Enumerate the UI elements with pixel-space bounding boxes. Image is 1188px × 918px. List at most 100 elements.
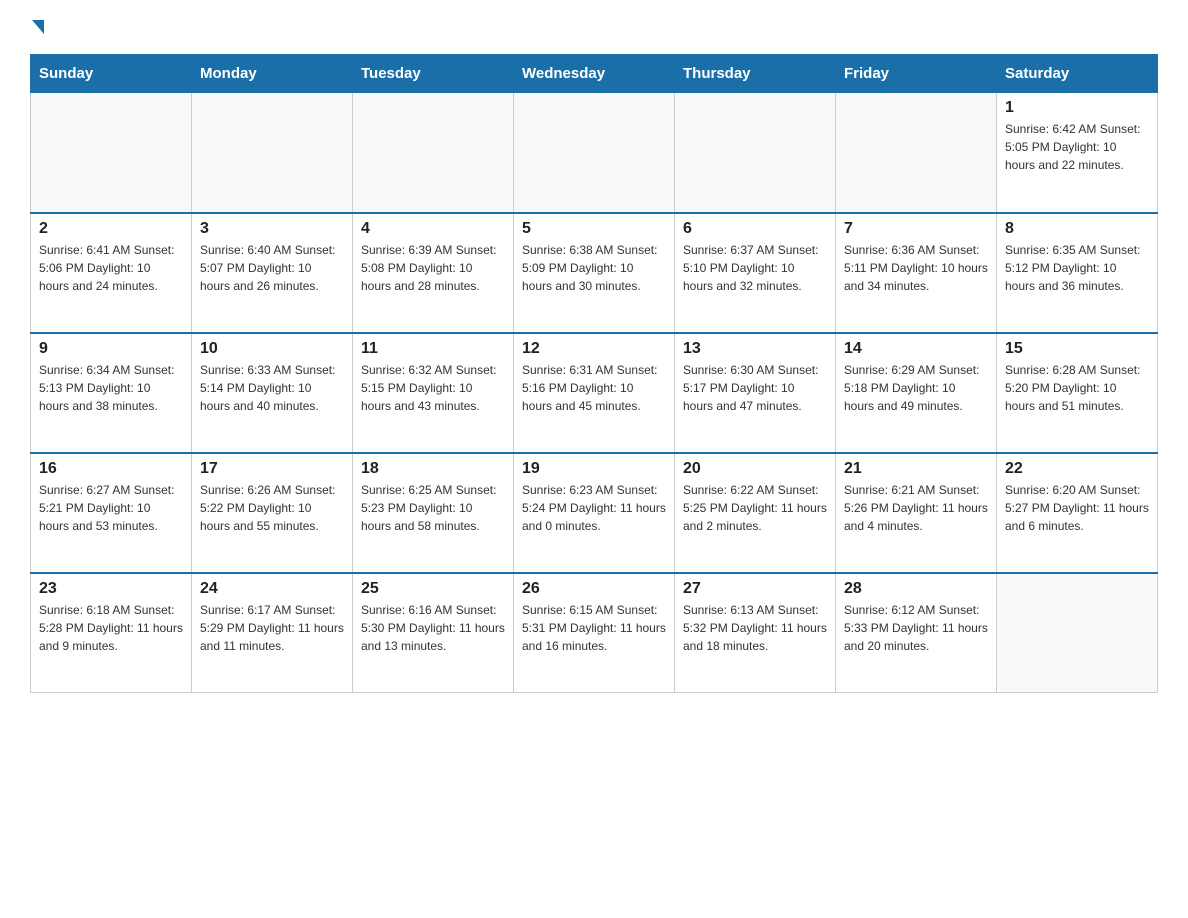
col-header-sunday: Sunday (31, 55, 192, 93)
calendar-cell: 8 Sunrise: 6:35 AM Sunset: 5:12 PM Daylig… (997, 213, 1158, 333)
day-info: Sunrise: 6:30 AM Sunset: 5:17 PM Dayligh… (683, 361, 827, 415)
day-info: Sunrise: 6:27 AM Sunset: 5:21 PM Dayligh… (39, 481, 183, 535)
col-header-wednesday: Wednesday (514, 55, 675, 93)
day-number: 11 (361, 340, 505, 358)
calendar-cell: 20 Sunrise: 6:22 AM Sunset: 5:25 PM Dayli… (675, 453, 836, 573)
col-header-friday: Friday (836, 55, 997, 93)
calendar-cell: 22 Sunrise: 6:20 AM Sunset: 5:27 PM Dayli… (997, 453, 1158, 573)
day-number: 15 (1005, 340, 1149, 358)
day-info: Sunrise: 6:15 AM Sunset: 5:31 PM Dayligh… (522, 601, 666, 655)
day-info: Sunrise: 6:16 AM Sunset: 5:30 PM Dayligh… (361, 601, 505, 655)
day-number: 8 (1005, 220, 1149, 238)
calendar-cell: 28 Sunrise: 6:12 AM Sunset: 5:33 PM Dayli… (836, 573, 997, 693)
day-number: 13 (683, 340, 827, 358)
day-number: 1 (1005, 99, 1149, 117)
day-number: 22 (1005, 460, 1149, 478)
day-number: 18 (361, 460, 505, 478)
day-info: Sunrise: 6:23 AM Sunset: 5:24 PM Dayligh… (522, 481, 666, 535)
calendar-cell: 6 Sunrise: 6:37 AM Sunset: 5:10 PM Daylig… (675, 213, 836, 333)
calendar-week-row: 2 Sunrise: 6:41 AM Sunset: 5:06 PM Daylig… (31, 213, 1158, 333)
day-info: Sunrise: 6:37 AM Sunset: 5:10 PM Dayligh… (683, 241, 827, 295)
logo (30, 20, 46, 34)
col-header-tuesday: Tuesday (353, 55, 514, 93)
day-info: Sunrise: 6:22 AM Sunset: 5:25 PM Dayligh… (683, 481, 827, 535)
calendar-cell: 19 Sunrise: 6:23 AM Sunset: 5:24 PM Dayli… (514, 453, 675, 573)
calendar-cell (31, 93, 192, 213)
col-header-saturday: Saturday (997, 55, 1158, 93)
day-number: 28 (844, 580, 988, 598)
day-info: Sunrise: 6:34 AM Sunset: 5:13 PM Dayligh… (39, 361, 183, 415)
day-info: Sunrise: 6:35 AM Sunset: 5:12 PM Dayligh… (1005, 241, 1149, 295)
calendar-cell: 4 Sunrise: 6:39 AM Sunset: 5:08 PM Daylig… (353, 213, 514, 333)
day-info: Sunrise: 6:32 AM Sunset: 5:15 PM Dayligh… (361, 361, 505, 415)
calendar-cell (675, 93, 836, 213)
day-info: Sunrise: 6:42 AM Sunset: 5:05 PM Dayligh… (1005, 120, 1149, 174)
day-info: Sunrise: 6:31 AM Sunset: 5:16 PM Dayligh… (522, 361, 666, 415)
day-info: Sunrise: 6:33 AM Sunset: 5:14 PM Dayligh… (200, 361, 344, 415)
day-number: 24 (200, 580, 344, 598)
calendar-cell: 24 Sunrise: 6:17 AM Sunset: 5:29 PM Dayli… (192, 573, 353, 693)
page-header (30, 20, 1158, 34)
day-number: 14 (844, 340, 988, 358)
calendar-cell: 14 Sunrise: 6:29 AM Sunset: 5:18 PM Dayli… (836, 333, 997, 453)
day-number: 26 (522, 580, 666, 598)
calendar-cell: 12 Sunrise: 6:31 AM Sunset: 5:16 PM Dayli… (514, 333, 675, 453)
day-info: Sunrise: 6:41 AM Sunset: 5:06 PM Dayligh… (39, 241, 183, 295)
calendar-cell (192, 93, 353, 213)
col-header-thursday: Thursday (675, 55, 836, 93)
calendar-cell: 11 Sunrise: 6:32 AM Sunset: 5:15 PM Dayli… (353, 333, 514, 453)
day-number: 3 (200, 220, 344, 238)
day-number: 7 (844, 220, 988, 238)
day-number: 19 (522, 460, 666, 478)
calendar-cell (997, 573, 1158, 693)
calendar-week-row: 1 Sunrise: 6:42 AM Sunset: 5:05 PM Daylig… (31, 93, 1158, 213)
day-info: Sunrise: 6:29 AM Sunset: 5:18 PM Dayligh… (844, 361, 988, 415)
calendar-cell: 13 Sunrise: 6:30 AM Sunset: 5:17 PM Dayli… (675, 333, 836, 453)
calendar-cell: 27Sunrise: 6:13 AM Sunset: 5:32 PM Dayli… (675, 573, 836, 693)
calendar-cell: 15 Sunrise: 6:28 AM Sunset: 5:20 PM Dayli… (997, 333, 1158, 453)
calendar-cell: 26 Sunrise: 6:15 AM Sunset: 5:31 PM Dayli… (514, 573, 675, 693)
day-number: 9 (39, 340, 183, 358)
calendar-cell (836, 93, 997, 213)
calendar-cell: 1 Sunrise: 6:42 AM Sunset: 5:05 PM Daylig… (997, 93, 1158, 213)
calendar-cell (353, 93, 514, 213)
calendar-cell: 2 Sunrise: 6:41 AM Sunset: 5:06 PM Daylig… (31, 213, 192, 333)
day-number: 2 (39, 220, 183, 238)
calendar-cell: 18 Sunrise: 6:25 AM Sunset: 5:23 PM Dayli… (353, 453, 514, 573)
day-number: 12 (522, 340, 666, 358)
day-info: Sunrise: 6:17 AM Sunset: 5:29 PM Dayligh… (200, 601, 344, 655)
calendar-header-row: SundayMondayTuesdayWednesdayThursdayFrid… (31, 55, 1158, 93)
day-info: Sunrise: 6:21 AM Sunset: 5:26 PM Dayligh… (844, 481, 988, 535)
day-info: Sunrise: 6:12 AM Sunset: 5:33 PM Dayligh… (844, 601, 988, 655)
logo-arrow-icon (32, 20, 44, 34)
calendar-week-row: 23 Sunrise: 6:18 AM Sunset: 5:28 PM Dayli… (31, 573, 1158, 693)
calendar-cell (514, 93, 675, 213)
day-number: 20 (683, 460, 827, 478)
col-header-monday: Monday (192, 55, 353, 93)
day-number: 17 (200, 460, 344, 478)
day-info: Sunrise: 6:36 AM Sunset: 5:11 PM Dayligh… (844, 241, 988, 295)
day-number: 5 (522, 220, 666, 238)
calendar-week-row: 9 Sunrise: 6:34 AM Sunset: 5:13 PM Daylig… (31, 333, 1158, 453)
calendar-cell: 21 Sunrise: 6:21 AM Sunset: 5:26 PM Dayli… (836, 453, 997, 573)
day-info: Sunrise: 6:25 AM Sunset: 5:23 PM Dayligh… (361, 481, 505, 535)
calendar-cell: 17Sunrise: 6:26 AM Sunset: 5:22 PM Dayli… (192, 453, 353, 573)
calendar-cell: 9 Sunrise: 6:34 AM Sunset: 5:13 PM Daylig… (31, 333, 192, 453)
day-info: Sunrise: 6:28 AM Sunset: 5:20 PM Dayligh… (1005, 361, 1149, 415)
day-info: Sunrise: 6:39 AM Sunset: 5:08 PM Dayligh… (361, 241, 505, 295)
calendar-cell: 23 Sunrise: 6:18 AM Sunset: 5:28 PM Dayli… (31, 573, 192, 693)
day-number: 10 (200, 340, 344, 358)
day-number: 6 (683, 220, 827, 238)
day-info: Sunrise: 6:18 AM Sunset: 5:28 PM Dayligh… (39, 601, 183, 655)
calendar-cell: 5Sunrise: 6:38 AM Sunset: 5:09 PM Daylig… (514, 213, 675, 333)
day-number: 21 (844, 460, 988, 478)
day-info: Sunrise: 6:20 AM Sunset: 5:27 PM Dayligh… (1005, 481, 1149, 535)
day-info: Sunrise: 6:13 AM Sunset: 5:32 PM Dayligh… (683, 601, 827, 655)
day-number: 23 (39, 580, 183, 598)
calendar-week-row: 16 Sunrise: 6:27 AM Sunset: 5:21 PM Dayli… (31, 453, 1158, 573)
calendar-cell: 7 Sunrise: 6:36 AM Sunset: 5:11 PM Daylig… (836, 213, 997, 333)
day-number: 16 (39, 460, 183, 478)
calendar-cell: 16 Sunrise: 6:27 AM Sunset: 5:21 PM Dayli… (31, 453, 192, 573)
calendar-cell: 3Sunrise: 6:40 AM Sunset: 5:07 PM Daylig… (192, 213, 353, 333)
day-number: 4 (361, 220, 505, 238)
